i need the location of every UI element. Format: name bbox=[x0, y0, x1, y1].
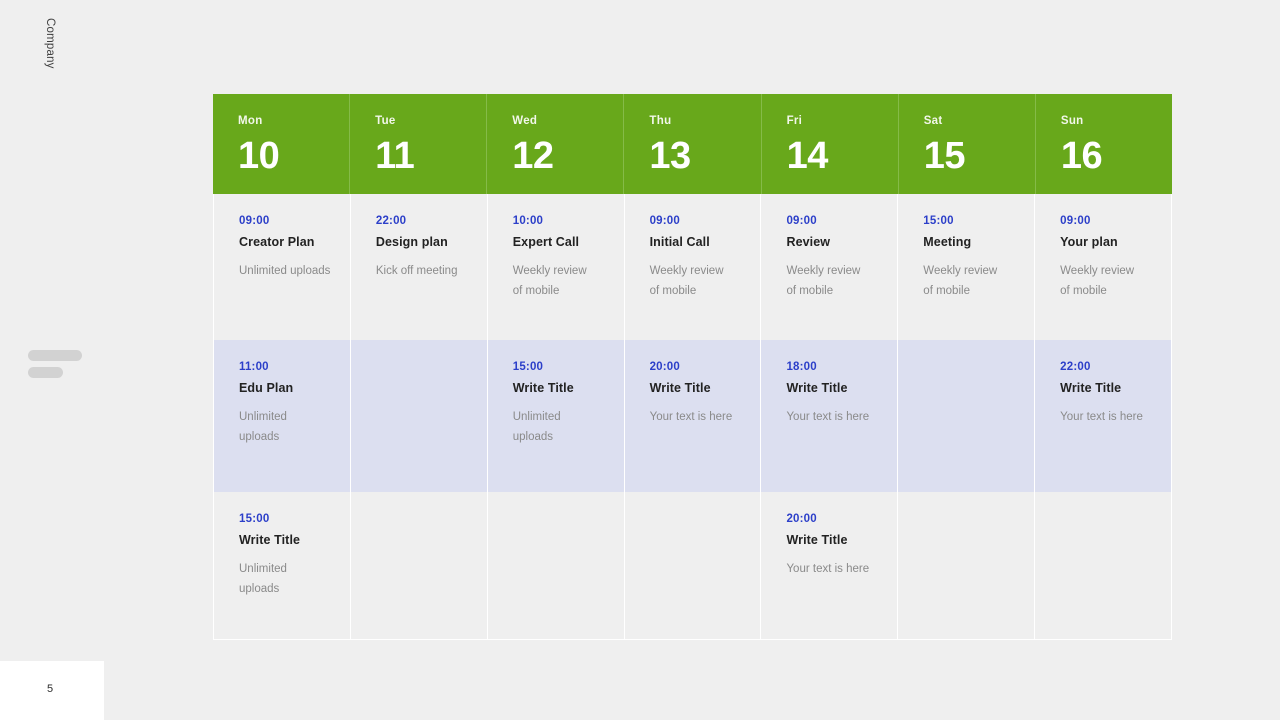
event-description: Your text is here bbox=[1060, 411, 1143, 423]
calendar-event-cell[interactable]: 15:00 Write Title Unlimited uploads bbox=[488, 340, 625, 492]
day-number: 15 bbox=[923, 134, 966, 177]
event-title: Meeting bbox=[923, 234, 972, 249]
calendar-empty-cell[interactable] bbox=[488, 492, 625, 639]
event-title: Edu Plan bbox=[239, 380, 294, 395]
day-number: 14 bbox=[786, 134, 829, 177]
event-description: Weekly review of mobile bbox=[512, 265, 587, 298]
day-header-tue[interactable]: Tue 11 bbox=[350, 94, 488, 194]
event-title: Write Title bbox=[239, 532, 301, 547]
event-title: Design plan bbox=[375, 234, 448, 249]
event-title: Write Title bbox=[512, 380, 574, 395]
calendar-event-cell[interactable]: 20:00 Write Title Your text is here bbox=[625, 340, 762, 492]
calendar-empty-cell[interactable] bbox=[351, 492, 488, 639]
day-of-week-label: Thu bbox=[649, 115, 672, 127]
calendar-row: 09:00 Creator Plan Unlimited uploads 22:00 D… bbox=[214, 194, 1171, 340]
day-number: 13 bbox=[649, 134, 691, 177]
calendar-event-cell[interactable]: 22:00 Design plan Kick off meeting bbox=[351, 194, 488, 340]
event-description: Your text is here bbox=[786, 411, 870, 423]
logo-bar-bottom bbox=[28, 367, 63, 378]
event-time: 15:00 bbox=[923, 215, 954, 227]
event-description: Kick off meeting bbox=[375, 265, 458, 277]
event-description: Weekly review of mobile bbox=[1060, 265, 1135, 298]
page-number: 5 bbox=[47, 683, 54, 695]
day-of-week-label: Sun bbox=[1060, 115, 1084, 127]
event-time: 09:00 bbox=[1060, 215, 1091, 227]
event-time: 18:00 bbox=[786, 361, 817, 373]
calendar-event-cell[interactable]: 15:00 Write Title Unlimited uploads bbox=[214, 492, 351, 639]
day-of-week-label: Wed bbox=[512, 115, 538, 127]
calendar-empty-cell[interactable] bbox=[625, 492, 762, 639]
weekly-calendar: Mon 10 Tue 11 Wed 12 Thu 13 Fri 14 Sat 15 Sun 16 09:0… bbox=[213, 94, 1172, 640]
day-header-thu[interactable]: Thu 13 bbox=[624, 94, 762, 194]
page-number-corner: 5 bbox=[0, 661, 104, 720]
calendar-event-cell[interactable]: 18:00 Write Title Your text is here bbox=[761, 340, 899, 492]
day-of-week-label: Tue bbox=[375, 115, 396, 127]
event-title: Review bbox=[786, 234, 831, 249]
day-of-week-label: Sat bbox=[923, 115, 943, 127]
company-label: Company bbox=[44, 18, 56, 69]
event-description: Weekly review of mobile bbox=[649, 265, 724, 298]
day-number: 10 bbox=[238, 134, 280, 177]
event-time: 15:00 bbox=[512, 361, 544, 373]
calendar-empty-cell[interactable] bbox=[1035, 492, 1171, 639]
event-title: Expert Call bbox=[512, 234, 580, 249]
event-title: Creator Plan bbox=[239, 234, 315, 249]
event-description: Unlimited uploads bbox=[239, 411, 287, 444]
logo-placeholder-icon bbox=[28, 350, 84, 384]
event-time: 20:00 bbox=[649, 361, 680, 373]
day-header-sat[interactable]: Sat 15 bbox=[899, 94, 1036, 194]
calendar-empty-cell[interactable] bbox=[898, 492, 1036, 639]
calendar-event-cell[interactable]: 11:00 Edu Plan Unlimited uploads bbox=[214, 340, 351, 492]
day-header-mon[interactable]: Mon 10 bbox=[213, 94, 351, 194]
event-time: 15:00 bbox=[239, 513, 270, 525]
calendar-empty-cell[interactable] bbox=[351, 340, 488, 492]
calendar-body: 09:00 Creator Plan Unlimited uploads 22:00 D… bbox=[213, 194, 1172, 640]
day-of-week-label: Fri bbox=[786, 115, 803, 127]
logo-bar-top bbox=[28, 350, 82, 361]
event-title: Write Title bbox=[786, 380, 848, 395]
day-number: 11 bbox=[375, 134, 415, 177]
event-title: Write Title bbox=[1060, 380, 1122, 395]
event-title: Write Title bbox=[649, 380, 711, 395]
event-title: Initial Call bbox=[649, 234, 710, 249]
calendar-event-cell[interactable]: 09:00 Initial Call Weekly review of mobile bbox=[625, 194, 762, 340]
event-time: 10:00 bbox=[512, 215, 544, 227]
event-description: Unlimited uploads bbox=[239, 265, 331, 277]
event-description: Your text is here bbox=[786, 563, 870, 575]
event-title: Your plan bbox=[1060, 234, 1118, 249]
calendar-event-cell[interactable]: 20:00 Write Title Your text is here bbox=[761, 492, 899, 639]
day-header-sun[interactable]: Sun 16 bbox=[1036, 94, 1172, 194]
day-number: 12 bbox=[512, 134, 554, 177]
event-description: Weekly review of mobile bbox=[923, 265, 998, 298]
calendar-event-cell[interactable]: 09:00 Creator Plan Unlimited uploads bbox=[214, 194, 351, 340]
event-description: Unlimited uploads bbox=[512, 411, 561, 444]
event-time: 09:00 bbox=[649, 215, 680, 227]
calendar-empty-cell[interactable] bbox=[898, 340, 1036, 492]
day-header-wed[interactable]: Wed 12 bbox=[487, 94, 625, 194]
event-time: 09:00 bbox=[239, 215, 270, 227]
calendar-header-row: Mon 10 Tue 11 Wed 12 Thu 13 Fri 14 Sat 15 Sun 16 bbox=[213, 94, 1172, 194]
calendar-event-cell[interactable]: 09:00 Review Weekly review of mobile bbox=[761, 194, 899, 340]
event-description: Unlimited uploads bbox=[239, 563, 287, 596]
calendar-row: 15:00 Write Title Unlimited uploads 20:00 Wr… bbox=[214, 492, 1171, 639]
event-time: 11:00 bbox=[239, 361, 269, 373]
calendar-row: 11:00 Edu Plan Unlimited uploads 15:00 Write… bbox=[214, 340, 1171, 492]
event-description: Weekly review of mobile bbox=[786, 265, 861, 298]
calendar-event-cell[interactable]: 10:00 Expert Call Weekly review of mobile bbox=[488, 194, 625, 340]
day-of-week-label: Mon bbox=[238, 115, 263, 127]
calendar-event-cell[interactable]: 15:00 Meeting Weekly review of mobile bbox=[898, 194, 1036, 340]
calendar-event-cell[interactable]: 09:00 Your plan Weekly review of mobile bbox=[1035, 194, 1171, 340]
event-time: 20:00 bbox=[786, 513, 817, 525]
day-number: 16 bbox=[1060, 134, 1103, 177]
calendar-event-cell[interactable]: 22:00 Write Title Your text is here bbox=[1035, 340, 1171, 492]
event-title: Write Title bbox=[786, 532, 848, 547]
day-header-fri[interactable]: Fri 14 bbox=[762, 94, 899, 194]
event-time: 22:00 bbox=[375, 215, 407, 227]
event-time: 09:00 bbox=[786, 215, 817, 227]
event-description: Your text is here bbox=[649, 411, 733, 423]
event-time: 22:00 bbox=[1060, 361, 1091, 373]
